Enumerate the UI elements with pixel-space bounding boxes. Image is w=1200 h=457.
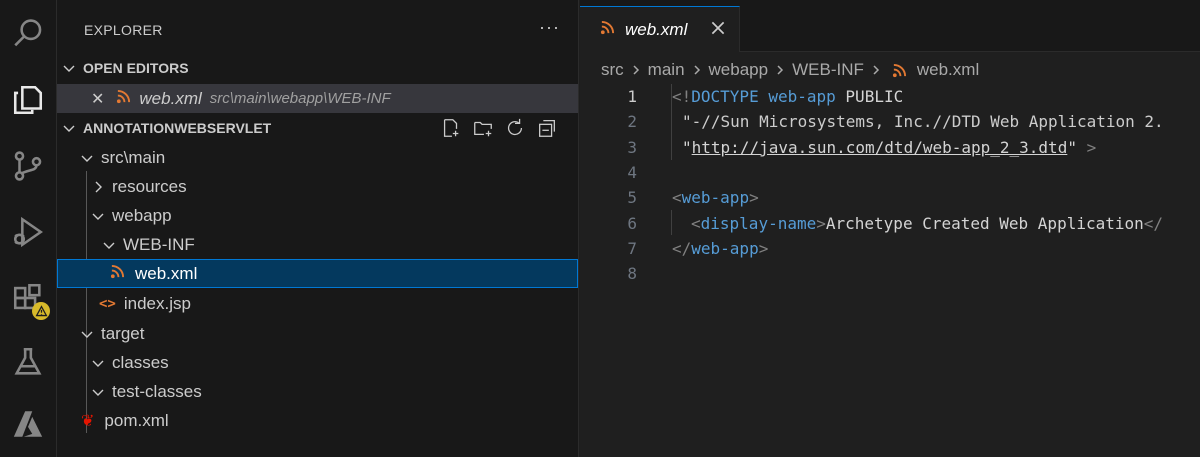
tree-item-web-inf[interactable]: WEB-INF — [57, 230, 578, 259]
tree-item-target[interactable]: target — [57, 319, 578, 348]
open-editor-item[interactable]: ✕ web.xml src\main\webapp\WEB-INF — [57, 84, 578, 113]
rss-file-icon — [116, 89, 131, 109]
chevron-down-icon — [79, 326, 95, 342]
more-actions-icon[interactable]: ··· — [539, 17, 560, 38]
line-content: "http://java.sun.com/dtd/web-app_2_3.dtd… — [682, 137, 1097, 157]
warning-icon — [32, 302, 50, 320]
code-line: 4 — [580, 160, 1200, 185]
tree-item-label: test-classes — [112, 381, 202, 401]
code-line: 7 </web-app> — [580, 236, 1200, 261]
chevron-down-icon — [79, 150, 95, 166]
tree-item-index-jsp[interactable]: <> index.jsp — [57, 289, 578, 318]
explorer-icon[interactable] — [8, 80, 48, 120]
tree-item-label: target — [101, 323, 145, 343]
chevron-down-icon — [61, 120, 77, 136]
code-line: 8 — [580, 261, 1200, 286]
tree-item-pom-xml[interactable]: ❦ pom.xml — [57, 406, 578, 435]
rss-file-icon — [600, 20, 615, 40]
new-file-icon[interactable] — [440, 117, 462, 139]
tree-item-webapp[interactable]: webapp — [57, 201, 578, 230]
chevron-down-icon — [101, 237, 117, 253]
tree-item-classes[interactable]: classes — [57, 348, 578, 377]
maven-file-icon: ❦ — [81, 412, 95, 430]
chevron-down-icon — [90, 208, 106, 224]
code-file-icon: <> — [99, 295, 116, 312]
chevron-down-icon — [90, 384, 106, 400]
rss-file-icon — [110, 264, 125, 284]
open-editor-filename: web.xml — [139, 88, 202, 108]
search-icon[interactable] — [8, 14, 48, 54]
line-number: 1 — [627, 87, 637, 107]
line-number: 3 — [627, 137, 637, 157]
code-line: 2 "-//Sun Microsystems, Inc.//DTD Web Ap… — [580, 109, 1200, 134]
tree-item-label: webapp — [112, 205, 172, 225]
line-number: 8 — [627, 264, 637, 284]
activity-bar — [0, 0, 57, 457]
open-editor-path: src\main\webapp\WEB-INF — [209, 90, 391, 107]
code-line: 1 <!DOCTYPE web-app PUBLIC — [580, 84, 1200, 109]
line-content: "-//Sun Microsystems, Inc.//DTD Web Appl… — [682, 112, 1164, 132]
testing-icon[interactable] — [8, 342, 48, 382]
tree-item-label: classes — [112, 352, 169, 372]
run-and-debug-icon[interactable] — [8, 212, 48, 252]
close-icon[interactable]: ✕ — [91, 89, 104, 109]
project-label: ANNOTATIONWEBSERVLET — [83, 120, 272, 136]
line-number: 4 — [627, 163, 637, 183]
tab-web-xml[interactable]: web.xml — [580, 6, 740, 52]
chevron-right-icon — [630, 64, 642, 76]
tree-item-resources[interactable]: resources — [57, 172, 578, 201]
sidebar-title: EXPLORER — [84, 22, 163, 38]
chevron-down-icon — [61, 60, 77, 76]
tree-item-label: pom.xml — [104, 410, 169, 430]
tree-item-label: WEB-INF — [123, 234, 195, 254]
breadcrumb-item[interactable]: src — [601, 60, 624, 80]
code-line: 5 <web-app> — [580, 185, 1200, 210]
refresh-icon[interactable] — [504, 117, 526, 139]
chevron-right-icon — [774, 64, 786, 76]
chevron-right-icon — [870, 64, 882, 76]
line-content: </web-app> — [672, 238, 769, 258]
line-content: <web-app> — [672, 188, 759, 208]
code-editor[interactable]: 1 <!DOCTYPE web-app PUBLIC 2 "-//Sun Mic… — [580, 84, 1200, 286]
chevron-right-icon — [691, 64, 703, 76]
collapse-all-icon[interactable] — [536, 117, 558, 139]
extensions-icon[interactable] — [8, 278, 50, 320]
line-content: <!DOCTYPE web-app PUBLIC — [672, 87, 904, 107]
source-control-icon[interactable] — [8, 146, 48, 186]
code-line: 6 <display-name>Archetype Created Web Ap… — [580, 210, 1200, 235]
breadcrumb-item[interactable]: main — [648, 60, 685, 80]
code-line: 3 "http://java.sun.com/dtd/web-app_2_3.d… — [580, 135, 1200, 160]
tree-item-label: web.xml — [135, 263, 198, 283]
tab-bar: web.xml — [580, 0, 1200, 52]
tree-item-label: src\main — [101, 147, 166, 167]
breadcrumb-item[interactable]: webapp — [709, 60, 769, 80]
chevron-right-icon — [90, 179, 106, 195]
chevron-down-icon — [90, 355, 106, 371]
line-number: 6 — [627, 213, 637, 233]
tree-item-test-classes[interactable]: test-classes — [57, 377, 578, 406]
line-number: 5 — [627, 188, 637, 208]
line-number: 2 — [627, 112, 637, 132]
open-editors-label: OPEN EDITORS — [83, 60, 189, 76]
explorer-sidebar: EXPLORER ··· OPEN EDITORS ✕ web.xml src\… — [57, 0, 579, 457]
tree-item-label: resources — [112, 176, 187, 196]
breadcrumb-item[interactable]: WEB-INF — [792, 60, 864, 80]
rss-file-icon — [892, 63, 907, 78]
tab-label: web.xml — [625, 19, 688, 39]
line-number: 7 — [627, 238, 637, 258]
editor-area: web.xml src main webapp WEB-INF web.xml … — [580, 0, 1200, 457]
open-editors-header[interactable]: OPEN EDITORS — [57, 56, 578, 80]
tree-item-src-main[interactable]: src\main — [57, 143, 578, 172]
line-content: <display-name>Archetype Created Web Appl… — [691, 213, 1164, 233]
breadcrumb: src main webapp WEB-INF web.xml — [601, 58, 979, 82]
breadcrumb-item[interactable]: web.xml — [917, 60, 979, 80]
close-icon[interactable] — [709, 19, 729, 39]
tree-item-web-xml[interactable]: web.xml — [57, 259, 578, 288]
tree-item-label: index.jsp — [123, 293, 191, 313]
azure-icon[interactable] — [8, 404, 48, 444]
project-actions — [440, 117, 558, 139]
new-folder-icon[interactable] — [472, 117, 494, 139]
